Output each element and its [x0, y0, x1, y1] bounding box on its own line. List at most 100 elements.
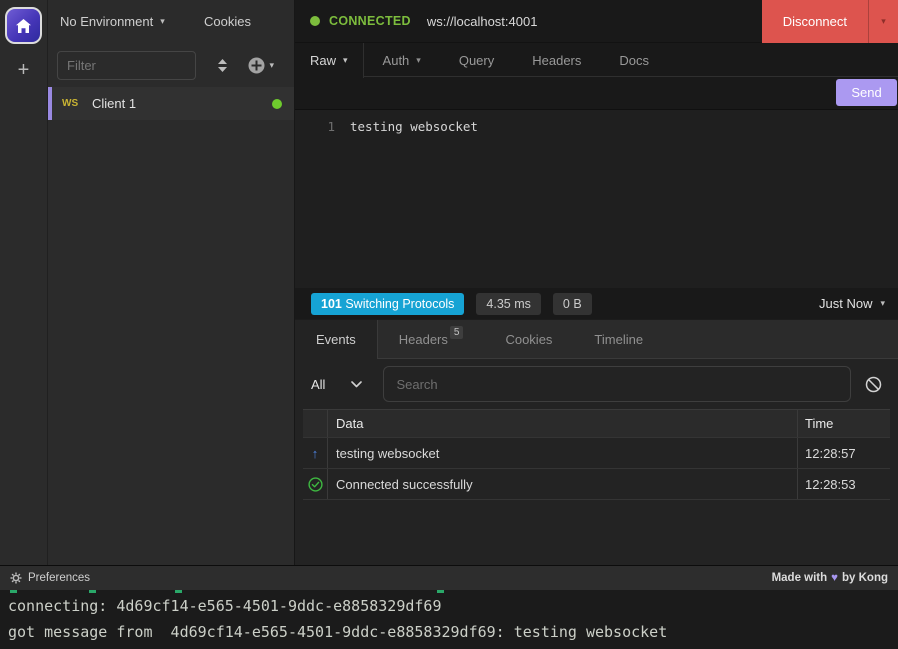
- response-history-dropdown[interactable]: Just Now ▾: [819, 296, 885, 311]
- home-button[interactable]: [5, 7, 42, 44]
- event-type-select[interactable]: All: [308, 377, 362, 392]
- sort-icon[interactable]: [216, 58, 229, 73]
- send-row: Send: [295, 77, 898, 110]
- events-table: Data Time ↑ testing websocket 12:28:57: [303, 409, 890, 500]
- tab-docs-label: Docs: [619, 53, 649, 68]
- client-name: Client 1: [92, 96, 136, 111]
- response-status-bar: 101 Switching Protocols 4.35 ms 0 B Just…: [295, 288, 898, 319]
- terminal-line: got message from 4d69cf14-e565-4501-9ddc…: [8, 619, 898, 645]
- message-editor[interactable]: 1 testing websocket: [295, 110, 898, 288]
- tab-events[interactable]: Events: [295, 320, 378, 359]
- tab-timeline[interactable]: Timeline: [573, 320, 664, 359]
- workspace: + No Environment ▾ Cookies: [0, 0, 898, 565]
- clear-events-button[interactable]: [865, 376, 882, 393]
- events-filter-row: All: [295, 359, 898, 409]
- status-badge: 101 Switching Protocols: [311, 293, 464, 315]
- arrow-up-icon: ↑: [312, 446, 319, 461]
- sidebar: No Environment ▾ Cookies ▾ WS: [48, 0, 295, 565]
- history-label: Just Now: [819, 296, 872, 311]
- tab-response-cookies-label: Cookies: [505, 332, 552, 347]
- event-row-connected[interactable]: Connected successfully 12:28:53: [303, 469, 890, 500]
- event-time: 12:28:57: [798, 438, 890, 468]
- tab-query-label: Query: [459, 53, 494, 68]
- tab-timeline-label: Timeline: [594, 332, 643, 347]
- sidebar-filter-input[interactable]: [57, 51, 196, 80]
- heart-icon: ♥: [831, 572, 838, 584]
- made-with-text: Made with: [772, 572, 828, 584]
- headers-count-badge: 5: [450, 326, 464, 339]
- chevron-down-icon: ▾: [269, 60, 274, 71]
- header-time-cell: Time: [798, 410, 890, 437]
- event-data: Connected successfully: [328, 469, 798, 499]
- event-data: testing websocket: [328, 438, 798, 468]
- disconnect-menu-button[interactable]: ▾: [868, 0, 898, 43]
- home-icon: [15, 18, 32, 34]
- line-number: 1: [295, 119, 335, 288]
- add-project-button[interactable]: +: [18, 60, 30, 80]
- event-row-sent[interactable]: ↑ testing websocket 12:28:57: [303, 438, 890, 469]
- header-data-cell: Data: [328, 410, 798, 437]
- chevron-down-icon: [351, 381, 362, 388]
- status-text: Switching Protocols: [345, 297, 454, 311]
- sidebar-item-client-1[interactable]: WS Client 1: [48, 87, 294, 120]
- tab-raw-label: Raw: [310, 53, 336, 68]
- status-footer: Preferences Made with ♥ by Kong: [0, 565, 898, 590]
- message-body[interactable]: testing websocket: [350, 119, 478, 288]
- tab-headers[interactable]: Headers: [513, 43, 600, 77]
- status-code: 101: [321, 297, 342, 311]
- websocket-url[interactable]: ws://localhost:4001: [427, 14, 538, 29]
- tab-docs[interactable]: Docs: [600, 43, 668, 77]
- app-rail: +: [0, 0, 48, 565]
- connected-icon-cell: [303, 469, 328, 499]
- tab-response-headers[interactable]: Headers5: [378, 320, 485, 359]
- made-with-kong: Made with ♥ by Kong: [772, 572, 888, 584]
- disconnect-button[interactable]: Disconnect: [762, 0, 868, 43]
- gear-icon: [10, 572, 22, 584]
- event-time: 12:28:53: [798, 469, 890, 499]
- chevron-down-icon: ▾: [880, 298, 885, 309]
- message-sent-icon-cell: ↑: [303, 438, 328, 468]
- preferences-button[interactable]: Preferences: [10, 572, 90, 584]
- sidebar-filter-row: ▾: [48, 43, 294, 87]
- size-badge: 0 B: [553, 293, 592, 315]
- connection-status: CONNECTED: [329, 14, 411, 28]
- by-kong-text: by Kong: [842, 572, 888, 584]
- terminal-output[interactable]: connecting: 4d69cf14-e565-4501-9ddc-e885…: [0, 590, 898, 649]
- tab-query[interactable]: Query: [440, 43, 513, 77]
- terminal-clipped-line: [0, 590, 898, 594]
- tab-response-cookies[interactable]: Cookies: [484, 320, 573, 359]
- ws-method-tag: WS: [62, 98, 92, 109]
- tab-auth-label: Auth: [383, 53, 410, 68]
- connected-dot-icon: [310, 16, 320, 26]
- send-button[interactable]: Send: [836, 79, 897, 106]
- tab-headers-label: Headers: [532, 53, 581, 68]
- duration-badge: 4.35 ms: [476, 293, 540, 315]
- ban-icon: [865, 376, 882, 393]
- events-search-input[interactable]: [383, 366, 851, 402]
- chevron-down-icon: ▾: [160, 16, 165, 27]
- events-table-header: Data Time: [303, 410, 890, 438]
- chevron-down-icon: ▾: [343, 55, 348, 66]
- disconnect-split-button: Disconnect ▾: [762, 0, 898, 43]
- environment-selector[interactable]: No Environment ▾: [48, 14, 165, 29]
- tab-auth[interactable]: Auth ▾: [364, 43, 440, 77]
- header-icon-cell: [303, 410, 328, 437]
- tab-events-label: Events: [316, 332, 356, 347]
- create-request-button[interactable]: ▾: [248, 57, 274, 74]
- empty-area: [295, 500, 898, 565]
- terminal-line: connecting: 4d69cf14-e565-4501-9ddc-e885…: [8, 593, 898, 619]
- preferences-label: Preferences: [28, 572, 90, 584]
- event-type-value: All: [311, 377, 325, 392]
- client-connected-dot: [272, 99, 282, 109]
- response-tabs: Events Headers5 Cookies Timeline: [295, 319, 898, 359]
- check-circle-icon: [308, 477, 323, 492]
- plus-circle-icon: [248, 57, 265, 74]
- tab-raw[interactable]: Raw ▾: [295, 43, 364, 78]
- cookies-button[interactable]: Cookies: [204, 14, 251, 29]
- request-tabs: Raw ▾ Auth ▾ Query Headers Docs: [295, 43, 898, 77]
- tab-response-headers-label: Headers: [399, 332, 448, 347]
- app-window: + No Environment ▾ Cookies: [0, 0, 898, 649]
- main-panel: CONNECTED ws://localhost:4001 Disconnect…: [295, 0, 898, 565]
- chevron-down-icon: ▾: [416, 55, 421, 66]
- sidebar-header: No Environment ▾ Cookies: [48, 0, 294, 43]
